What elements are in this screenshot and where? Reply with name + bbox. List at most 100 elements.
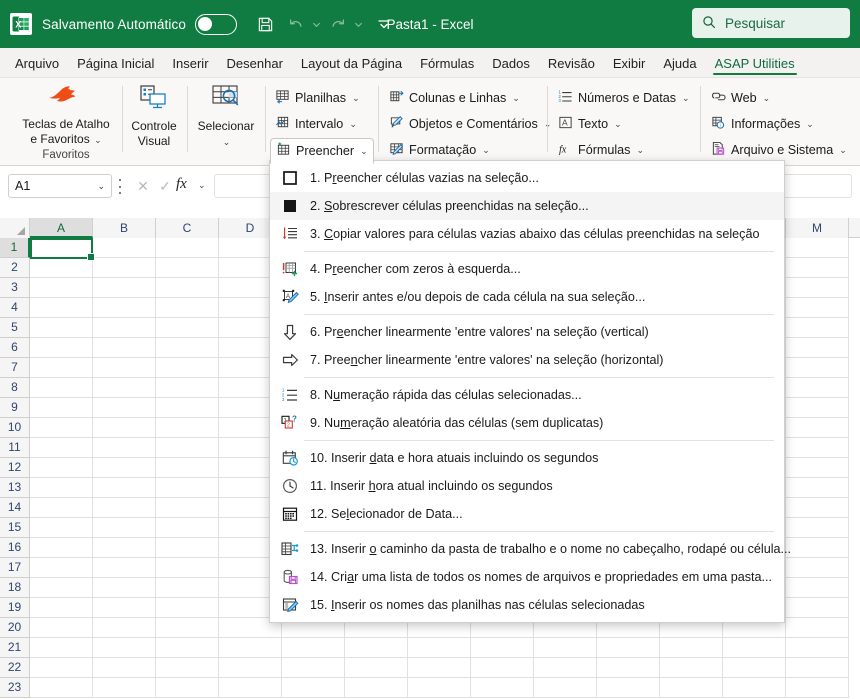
cell-D21[interactable] (219, 638, 282, 658)
ribbon-button-intervalo[interactable]: Intervalo ⌄ (270, 113, 362, 135)
cell-B3[interactable] (93, 278, 156, 298)
cell-A13[interactable] (30, 478, 93, 498)
cell-A5[interactable] (30, 318, 93, 338)
menu-item-2[interactable]: 2. Sobrescrever células preenchidas na s… (270, 192, 784, 220)
ribbon-button-preencher[interactable]: Preencher ⌄ (270, 138, 374, 164)
cell-B5[interactable] (93, 318, 156, 338)
cell-C13[interactable] (156, 478, 219, 498)
cancel-x-icon[interactable]: ✕ (133, 177, 153, 195)
cell-B2[interactable] (93, 258, 156, 278)
cell-L23[interactable] (723, 678, 786, 698)
cell-A17[interactable] (30, 558, 93, 578)
cell-A14[interactable] (30, 498, 93, 518)
menu-item-3[interactable]: 3. Copiar valores para células vazias ab… (270, 220, 784, 248)
cell-C8[interactable] (156, 378, 219, 398)
cell-L21[interactable] (723, 638, 786, 658)
menu-item-4[interactable]: 4. Preencher com zeros à esquerda... (270, 255, 784, 283)
shortcut-keys-favorites-button[interactable]: Teclas de Atalho e Favoritos ⌄ (22, 78, 110, 147)
cell-A16[interactable] (30, 538, 93, 558)
cell-M9[interactable] (786, 398, 849, 418)
cell-C10[interactable] (156, 418, 219, 438)
row-header-3[interactable]: 3 (0, 278, 30, 298)
cell-C16[interactable] (156, 538, 219, 558)
cell-C2[interactable] (156, 258, 219, 278)
cell-B4[interactable] (93, 298, 156, 318)
ribbon-button-informacoes[interactable]: i Informações ⌄ (706, 113, 819, 135)
cell-E23[interactable] (282, 678, 345, 698)
row-header-13[interactable]: 13 (0, 478, 30, 498)
cell-B18[interactable] (93, 578, 156, 598)
tab-revisao[interactable]: Revisão (539, 53, 604, 77)
cell-F22[interactable] (345, 658, 408, 678)
cell-C14[interactable] (156, 498, 219, 518)
ribbon-button-texto[interactable]: A Texto ⌄ (553, 113, 627, 135)
cell-E21[interactable] (282, 638, 345, 658)
redo-icon[interactable] (323, 9, 353, 39)
menu-item-14[interactable]: 14. Criar uma lista de todos os nomes de… (270, 563, 784, 591)
cell-C12[interactable] (156, 458, 219, 478)
row-header-14[interactable]: 14 (0, 498, 30, 518)
cell-I22[interactable] (534, 658, 597, 678)
cell-A7[interactable] (30, 358, 93, 378)
ribbon-button-formatacao[interactable]: Formatação ⌄ (384, 139, 495, 161)
row-header-19[interactable]: 19 (0, 598, 30, 618)
insert-function-fx-icon[interactable]: fx (176, 176, 187, 193)
menu-item-13[interactable]: 13. Inserir o caminho da pasta de trabal… (270, 535, 791, 563)
cell-M17[interactable] (786, 558, 849, 578)
cell-B9[interactable] (93, 398, 156, 418)
cell-A2[interactable] (30, 258, 93, 278)
menu-item-10[interactable]: 10. Inserir data e hora atuais incluindo… (270, 444, 784, 472)
cell-C15[interactable] (156, 518, 219, 538)
cell-C6[interactable] (156, 338, 219, 358)
ribbon-button-colunas-e-linhas[interactable]: Colunas e Linhas ⌄ (384, 87, 525, 109)
cell-A8[interactable] (30, 378, 93, 398)
vertical-dots-icon[interactable] (117, 179, 123, 194)
cell-K23[interactable] (660, 678, 723, 698)
cell-M21[interactable] (786, 638, 849, 658)
menu-item-6[interactable]: 6. Preencher linearmente 'entre valores'… (270, 318, 784, 346)
tab-inserir[interactable]: Inserir (163, 53, 217, 77)
cell-M23[interactable] (786, 678, 849, 698)
cell-M1[interactable] (786, 238, 849, 258)
cell-C18[interactable] (156, 578, 219, 598)
redo-dropdown-chevron-icon[interactable] (353, 9, 365, 39)
ribbon-button-arquivo-e-sistema[interactable]: Arquivo e Sistema ⌄ (706, 139, 852, 161)
ribbon-button-numeros-e-datas[interactable]: 1 2 3 Números e Datas ⌄ (553, 87, 695, 109)
cell-H22[interactable] (471, 658, 534, 678)
row-header-21[interactable]: 21 (0, 638, 30, 658)
menu-item-12[interactable]: 12. Selecionador de Data... (270, 500, 784, 528)
row-header-8[interactable]: 8 (0, 378, 30, 398)
tab-exibir[interactable]: Exibir (604, 53, 655, 77)
cell-L22[interactable] (723, 658, 786, 678)
menu-item-9[interactable]: 12? 9. Numeração aleatória das células (s… (270, 409, 784, 437)
cell-B1[interactable] (93, 238, 156, 258)
cell-M6[interactable] (786, 338, 849, 358)
cell-M4[interactable] (786, 298, 849, 318)
cell-F23[interactable] (345, 678, 408, 698)
cell-M18[interactable] (786, 578, 849, 598)
cell-B13[interactable] (93, 478, 156, 498)
cell-A6[interactable] (30, 338, 93, 358)
cell-E22[interactable] (282, 658, 345, 678)
cell-G21[interactable] (408, 638, 471, 658)
row-header-11[interactable]: 11 (0, 438, 30, 458)
select-button[interactable]: Selecionar ⌄ (198, 78, 254, 149)
row-header-1[interactable]: 1 (0, 238, 30, 258)
cell-M15[interactable] (786, 518, 849, 538)
cell-K21[interactable] (660, 638, 723, 658)
column-header-a[interactable]: A (30, 218, 93, 238)
cell-B7[interactable] (93, 358, 156, 378)
row-header-4[interactable]: 4 (0, 298, 30, 318)
cell-C11[interactable] (156, 438, 219, 458)
cell-B10[interactable] (93, 418, 156, 438)
cell-M14[interactable] (786, 498, 849, 518)
ribbon-button-web[interactable]: Web ⌄ (706, 87, 775, 109)
tab-formulas[interactable]: Fórmulas (411, 53, 483, 77)
cell-H21[interactable] (471, 638, 534, 658)
cell-M10[interactable] (786, 418, 849, 438)
column-header-m[interactable]: M (786, 218, 849, 238)
cell-B23[interactable] (93, 678, 156, 698)
ribbon-button-formulas[interactable]: fx Fórmulas ⌄ (553, 139, 649, 161)
cell-M2[interactable] (786, 258, 849, 278)
tab-dados[interactable]: Dados (483, 53, 539, 77)
